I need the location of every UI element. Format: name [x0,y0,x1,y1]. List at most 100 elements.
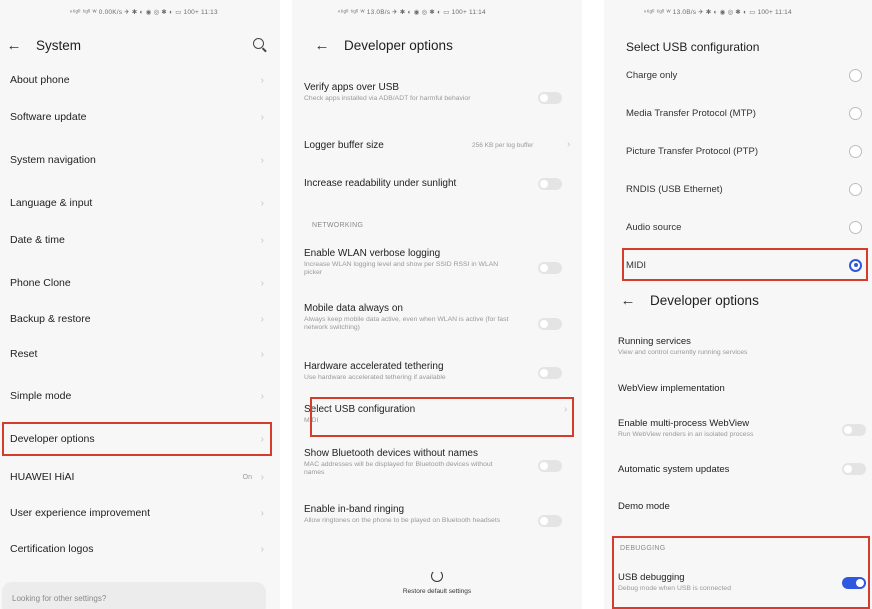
menu-item-phone-clone[interactable]: Phone Clone › [0,264,280,302]
setting-subtitle: Always keep mobile data active, even whe… [304,316,509,331]
radio-button[interactable] [849,106,862,120]
setting-readability-sunlight[interactable]: Increase readability under sunlight [304,178,574,189]
menu-item-huawei-hiai[interactable]: HUAWEI HiAI On › [0,458,280,496]
wlan-verbose-toggle[interactable] [538,262,562,274]
usb-option-audio-source[interactable]: Audio source [626,217,866,237]
back-arrow-icon[interactable]: ← [312,37,332,54]
menu-item-reset[interactable]: Reset › [0,335,280,373]
option-label: Picture Transfer Protocol (PTP) [626,145,758,157]
usb-option-rndis[interactable]: RNDIS (USB Ethernet) [626,179,866,199]
system-settings-screen: ⁿ⁶ᵍˡˡ ⁶ᵍˡˡ ᵂ 0.00K/s ✈ ✱ ◐ ◉ ◎ ✱ ◐ ▭ 100… [0,0,280,609]
setting-title: Running services [618,336,691,347]
usb-option-mtp[interactable]: Media Transfer Protocol (MTP) [626,103,866,123]
setting-title: Demo mode [618,501,670,512]
menu-item-about-phone[interactable]: About phone › [0,61,280,99]
page-title: System [36,37,82,53]
multiprocess-toggle[interactable] [842,424,866,436]
menu-item-software-update[interactable]: Software update › [0,98,280,136]
chevron-right-icon: › [260,543,264,555]
chevron-right-icon: › [260,277,264,289]
back-arrow-icon[interactable]: ← [618,292,638,309]
menu-item-label: Simple mode [10,390,72,402]
setting-select-usb-config[interactable]: Select USB configuration MIDI [304,404,574,425]
back-arrow-icon[interactable]: ← [4,37,24,54]
usb-config-dialog-title: Select USB configuration [626,40,760,54]
menu-item-developer-options[interactable]: Developer options › [0,420,280,458]
section-header-debugging: DEBUGGING [620,545,666,552]
menu-item-value: On [242,473,252,481]
setting-auto-system-updates[interactable]: Automatic system updates [618,464,868,475]
option-label: Charge only [626,69,678,81]
menu-item-backup-restore[interactable]: Backup & restore › [0,300,280,338]
usb-option-charge-only[interactable]: Charge only [626,65,866,85]
menu-item-simple-mode[interactable]: Simple mode › [0,377,280,415]
radio-button[interactable] [849,182,862,196]
mobile-data-toggle[interactable] [538,318,562,330]
setting-demo-mode[interactable]: Demo mode [618,501,868,512]
chevron-right-icon: › [260,390,264,402]
radio-button[interactable] [849,220,862,234]
search-hint-text: Looking for other settings? [12,594,107,603]
chevron-right-icon: › [260,111,264,123]
setting-title: Automatic system updates [618,464,730,475]
setting-title: Enable WLAN verbose logging [304,248,441,259]
menu-item-certification-logos[interactable]: Certification logos › [0,530,280,568]
search-icon[interactable] [253,38,264,49]
menu-item-system-navigation[interactable]: System navigation › [0,141,280,179]
setting-subtitle: MIDI [304,417,319,424]
tethering-toggle[interactable] [538,367,562,379]
setting-title: Verify apps over USB [304,82,400,93]
setting-inband-ringing[interactable]: Enable in-band ringing Allow ringtones o… [304,504,574,525]
chevron-right-icon: › [564,404,568,415]
auto-update-toggle[interactable] [842,463,866,475]
verify-apps-toggle[interactable] [538,92,562,104]
usb-option-ptp[interactable]: Picture Transfer Protocol (PTP) [626,141,866,161]
chevron-right-icon: › [260,234,264,246]
settings-search-hint[interactable]: Looking for other settings? [2,582,266,609]
inband-ringing-toggle[interactable] [538,515,562,527]
setting-running-services[interactable]: Running services View and control curren… [618,336,868,356]
chevron-right-icon: › [260,197,264,209]
setting-subtitle: MAC addresses will be displayed for Blue… [304,461,493,476]
setting-title: Show Bluetooth devices without names [304,448,478,459]
status-bar: ⁿ⁶ᵍˡˡ ⁶ᵍˡˡ ᵂ 13.0B/s ✈ ✱ ◐ ◉ ◎ ✱ ◐ ▭ 100… [644,9,792,16]
setting-logger-buffer[interactable]: Logger buffer size [304,140,574,151]
setting-bt-without-names[interactable]: Show Bluetooth devices without names MAC… [304,448,574,477]
option-label: MIDI [626,259,647,271]
bt-names-toggle[interactable] [538,460,562,472]
menu-item-user-experience[interactable]: User experience improvement › [0,494,280,532]
setting-wlan-verbose[interactable]: Enable WLAN verbose logging Increase WLA… [304,248,574,277]
readability-toggle[interactable] [538,178,562,190]
setting-webview-impl[interactable]: WebView implementation [618,383,868,394]
menu-item-label: Reset [10,348,38,360]
usb-option-midi[interactable]: MIDI [626,255,866,275]
menu-item-date-time[interactable]: Date & time › [0,221,280,259]
usb-debugging-toggle[interactable] [842,577,866,589]
usb-config-and-developer-screen: ⁿ⁶ᵍˡˡ ⁶ᵍˡˡ ᵂ 13.0B/s ✈ ✱ ◐ ◉ ◎ ✱ ◐ ▭ 100… [604,0,872,609]
radio-button[interactable] [849,144,862,158]
setting-multiprocess-webview[interactable]: Enable multi-process WebView Run WebView… [618,418,868,438]
setting-hw-tethering[interactable]: Hardware accelerated tethering Use hardw… [304,361,574,382]
setting-subtitle: View and control currently running servi… [618,349,748,356]
menu-item-label: About phone [10,74,70,86]
menu-item-label: Phone Clone [10,277,71,289]
radio-button[interactable] [849,68,862,82]
status-bar: ⁿ⁶ᵍˡˡ ⁶ᵍˡˡ ᵂ 13.0B/s ✈ ✱ ◐ ◉ ◎ ✱ ◐ ▭ 100… [338,9,486,16]
radio-button-selected[interactable] [849,258,862,272]
status-bar: ⁿ⁶ᵍˡˡ ⁶ᵍˡˡ ᵂ 0.00K/s ✈ ✱ ◐ ◉ ◎ ✱ ◐ ▭ 100… [70,9,218,16]
restore-defaults-button[interactable]: Restore default settings [392,570,482,595]
page-title: Developer options [650,292,759,308]
developer-options-screen: ⁿ⁶ᵍˡˡ ⁶ᵍˡˡ ᵂ 13.0B/s ✈ ✱ ◐ ◉ ◎ ✱ ◐ ▭ 100… [292,0,582,609]
menu-item-label: Language & input [10,197,93,209]
setting-verify-apps-usb[interactable]: Verify apps over USB Check apps installe… [304,82,574,103]
restore-icon [431,570,443,582]
chevron-right-icon: › [260,348,264,360]
app-bar: ← Developer options [604,285,872,315]
setting-mobile-data-on[interactable]: Mobile data always on Always keep mobile… [304,303,574,332]
setting-title: Increase readability under sunlight [304,178,457,189]
setting-title: Logger buffer size [304,140,384,151]
setting-subtitle: Allow ringtones on the phone to be playe… [304,517,501,524]
option-label: Media Transfer Protocol (MTP) [626,107,756,119]
setting-usb-debugging[interactable]: USB debugging Debug mode when USB is con… [618,572,868,592]
menu-item-language-input[interactable]: Language & input › [0,184,280,222]
